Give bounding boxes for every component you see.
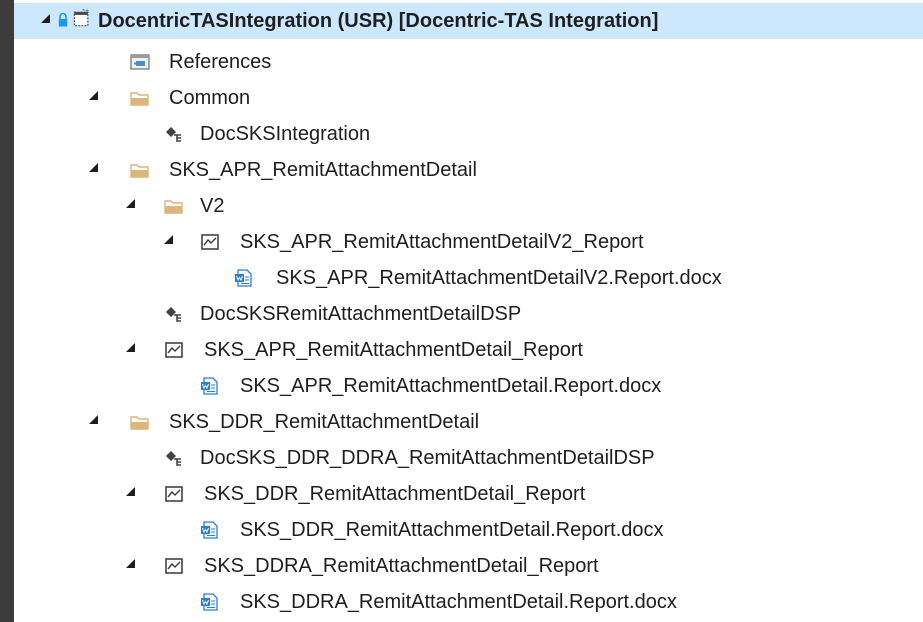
tree-item-label: SKS_DDR_RemitAttachmentDetail_Report xyxy=(204,483,586,505)
tree-item-docx-apr[interactable]: SKS_APR_RemitAttachmentDetail.Report.doc… xyxy=(14,368,923,404)
tree-item-label: SKS_APR_RemitAttachmentDetail.Report.doc… xyxy=(240,375,662,397)
tree-item-label: DocentricTASIntegration (USR) [Docentric… xyxy=(98,10,659,32)
expanded-arrow-icon[interactable] xyxy=(126,487,135,496)
tree-item-label: SKS_DDRA_RemitAttachmentDetail.Report.do… xyxy=(240,591,677,613)
expanded-arrow-icon[interactable] xyxy=(89,163,98,172)
tree-item-label: DocSKS_DDR_DDRA_RemitAttachmentDetailDSP xyxy=(200,447,655,469)
tree-item-report-ddra[interactable]: SKS_DDRA_RemitAttachmentDetail_Report xyxy=(14,548,923,584)
tree-item-label: SKS_APR_RemitAttachmentDetailV2_Report xyxy=(240,231,644,253)
tree-item-label: SKS_DDR_RemitAttachmentDetail xyxy=(169,411,480,433)
tree-item-report-ddr[interactable]: SKS_DDR_RemitAttachmentDetail_Report xyxy=(14,476,923,512)
tree-item-folder-common[interactable]: Common xyxy=(14,80,923,116)
tree-item-label: SKS_APR_RemitAttachmentDetail xyxy=(169,159,477,181)
expanded-arrow-icon[interactable] xyxy=(89,91,98,100)
project-icon: *+ xyxy=(73,9,89,27)
tree-item-label: SKS_APR_RemitAttachmentDetailV2.Report.d… xyxy=(276,267,722,289)
folder-icon xyxy=(130,164,149,178)
tree-item-class-docsksintegration[interactable]: DocSKSIntegration xyxy=(14,116,923,152)
class-icon xyxy=(166,127,181,142)
tree-item-label: Common xyxy=(169,87,251,109)
tree-item-docx-ddr[interactable]: SKS_DDR_RemitAttachmentDetail.Report.doc… xyxy=(14,512,923,548)
left-margin-bar xyxy=(0,0,14,622)
tree-item-references[interactable]: References xyxy=(14,44,923,80)
svg-text:*+: *+ xyxy=(82,9,89,15)
tree-item-label: SKS_APR_RemitAttachmentDetail_Report xyxy=(204,339,584,361)
tree-item-docx-ddra[interactable]: SKS_DDRA_RemitAttachmentDetail.Report.do… xyxy=(14,584,923,620)
tree-item-label: DocSKSIntegration xyxy=(200,123,371,145)
expanded-arrow-icon[interactable] xyxy=(164,235,173,244)
folder-icon xyxy=(164,200,183,214)
references-icon xyxy=(130,54,150,70)
report-icon xyxy=(165,486,183,502)
expanded-arrow-icon[interactable] xyxy=(89,415,98,424)
class-icon xyxy=(166,307,181,322)
expanded-arrow-icon[interactable] xyxy=(126,559,135,568)
tree-item-report-apr-v2[interactable]: SKS_APR_RemitAttachmentDetailV2_Report xyxy=(14,224,923,260)
expanded-arrow-icon[interactable] xyxy=(41,14,50,23)
report-icon xyxy=(165,342,183,358)
tree-item-label: DocSKSRemitAttachmentDetailDSP xyxy=(200,303,522,325)
tree-item-folder-ddr[interactable]: SKS_DDR_RemitAttachmentDetail xyxy=(14,404,923,440)
expanded-arrow-icon[interactable] xyxy=(126,199,135,208)
expanded-arrow-icon[interactable] xyxy=(126,343,135,352)
folder-icon xyxy=(130,92,149,106)
tree-item-class-ddr-ddra-dsp[interactable]: DocSKS_DDR_DDRA_RemitAttachmentDetailDSP xyxy=(14,440,923,476)
report-icon xyxy=(165,558,183,574)
class-icon xyxy=(166,451,181,466)
solution-explorer-tree: *+ DocentricTASIntegration (USR) [Docent… xyxy=(14,0,923,622)
tree-item-label: SKS_DDR_RemitAttachmentDetail.Report.doc… xyxy=(240,519,664,541)
report-icon xyxy=(201,234,219,250)
folder-icon xyxy=(130,416,149,430)
tree-item-docx-apr-v2[interactable]: SKS_APR_RemitAttachmentDetailV2.Report.d… xyxy=(14,260,923,296)
tree-item-folder-v2[interactable]: V2 xyxy=(14,188,923,224)
docx-file-icon xyxy=(201,593,218,611)
lock-icon xyxy=(58,12,68,27)
tree-item-label: SKS_DDRA_RemitAttachmentDetail_Report xyxy=(204,555,599,577)
tree-item-class-remitdetaildsp[interactable]: DocSKSRemitAttachmentDetailDSP xyxy=(14,296,923,332)
docx-file-icon xyxy=(235,269,252,287)
tree-item-label: References xyxy=(169,51,272,73)
tree-item-report-apr[interactable]: SKS_APR_RemitAttachmentDetail_Report xyxy=(14,332,923,368)
docx-file-icon xyxy=(201,521,218,539)
tree-item-label: V2 xyxy=(200,195,225,217)
docx-file-icon xyxy=(201,377,218,395)
tree-item-project-root[interactable]: *+ DocentricTASIntegration (USR) [Docent… xyxy=(14,3,923,39)
tree-item-folder-apr[interactable]: SKS_APR_RemitAttachmentDetail xyxy=(14,152,923,188)
